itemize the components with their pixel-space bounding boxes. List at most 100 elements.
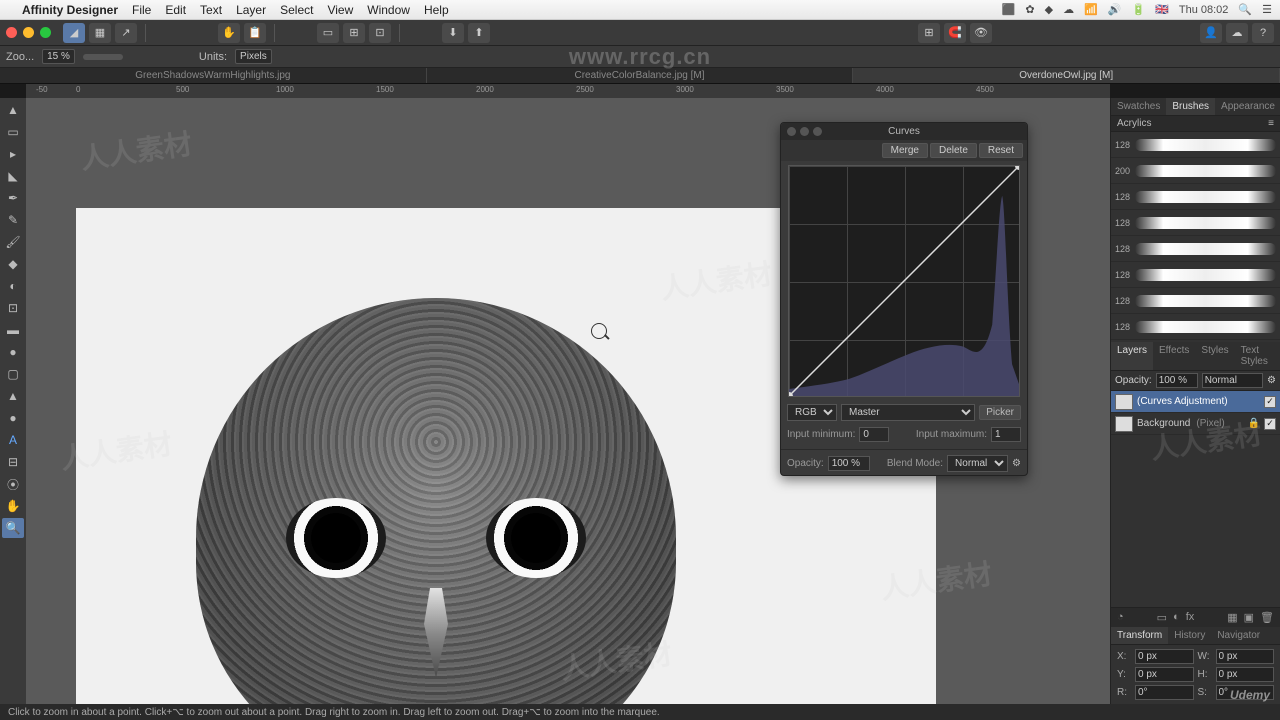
fx-icon[interactable]: fx — [1186, 611, 1195, 624]
corner-tool[interactable]: ◣ — [2, 166, 24, 186]
tab-brushes[interactable]: Brushes — [1166, 98, 1215, 115]
curves-panel[interactable]: Curves Merge Delete Reset RGB Master Pic… — [780, 122, 1028, 476]
menu-icon[interactable]: ☰ — [1262, 3, 1272, 16]
close-window[interactable] — [6, 27, 17, 38]
snap2-icon[interactable]: 🧲 — [944, 23, 966, 43]
volume-icon[interactable]: 🔊 — [1108, 3, 1122, 16]
transform-y[interactable] — [1135, 667, 1194, 682]
transform-h[interactable] — [1216, 667, 1275, 682]
transform-w[interactable] — [1216, 649, 1275, 664]
layer-opacity[interactable] — [1156, 373, 1198, 388]
layer-blend[interactable] — [1202, 373, 1263, 388]
flag-icon[interactable]: 🇬🇧 — [1155, 3, 1169, 16]
brush-list[interactable]: 128 200 128 128 128 128 128 128 — [1111, 132, 1280, 342]
help-icon[interactable]: ? — [1252, 23, 1274, 43]
text-frame-tool[interactable]: ⊟ — [2, 452, 24, 472]
zoom-slider[interactable] — [83, 54, 123, 60]
shape-ellipse-tool[interactable]: ● — [2, 342, 24, 362]
account-icon[interactable]: 👤 — [1200, 23, 1222, 43]
crop-tool[interactable]: ⊡ — [2, 298, 24, 318]
ruler-horizontal[interactable]: -50 0 500 1000 1500 2000 2500 3000 3500 … — [26, 84, 1110, 98]
transparency-tool[interactable]: ◐ — [2, 276, 24, 296]
toolbar-paste-icon[interactable]: 📋 — [244, 23, 266, 43]
tab-effects[interactable]: Effects — [1153, 342, 1195, 370]
tab-navigator[interactable]: Navigator — [1211, 627, 1266, 644]
zoom-tool[interactable]: 🔍 — [2, 518, 24, 538]
minimize-window[interactable] — [23, 27, 34, 38]
gear-icon[interactable]: ⚙ — [1012, 458, 1021, 469]
toolbar-hand-icon[interactable]: ✋ — [218, 23, 240, 43]
menu-help[interactable]: Help — [424, 3, 449, 17]
tab-textstyles[interactable]: Text Styles — [1235, 342, 1274, 370]
curves-channel[interactable]: RGB — [787, 404, 837, 421]
brush-item[interactable]: 128 — [1111, 262, 1280, 288]
zoom-value[interactable]: 15 % — [42, 49, 75, 64]
tab-stock[interactable]: Stock — [1274, 342, 1280, 370]
menu-select[interactable]: Select — [280, 3, 313, 17]
shape-star-tool[interactable]: ● — [2, 408, 24, 428]
adjust-icon[interactable]: ◐ — [1173, 611, 1180, 624]
menu-view[interactable]: View — [327, 3, 353, 17]
clock[interactable]: Thu 08:02 — [1179, 4, 1229, 16]
snap-icon[interactable]: ▭ — [317, 23, 339, 43]
menu-window[interactable]: Window — [367, 3, 410, 17]
curves-opacity[interactable] — [828, 456, 870, 471]
curves-titlebar[interactable]: Curves — [781, 123, 1027, 140]
add-layer-icon[interactable]: ▦ — [1227, 611, 1237, 624]
curves-blend[interactable]: Normal — [947, 455, 1008, 472]
menu-text[interactable]: Text — [200, 3, 222, 17]
curves-reset-button[interactable]: Reset — [979, 143, 1023, 158]
layer-row[interactable]: Background (Pixel) 🔒 ✓ — [1111, 413, 1280, 435]
preview-icon[interactable]: 👁 — [970, 23, 992, 43]
brush-tool[interactable]: 🖌 — [2, 232, 24, 252]
tab-history[interactable]: History — [1168, 627, 1211, 644]
app-name[interactable]: Affinity Designer — [22, 3, 118, 17]
brush-item[interactable]: 128 — [1111, 288, 1280, 314]
wifi-icon[interactable]: 📶 — [1084, 3, 1098, 16]
search-icon[interactable]: 🔍 — [1238, 3, 1252, 16]
menu-edit[interactable]: Edit — [165, 3, 186, 17]
artboard-tool[interactable]: ▭ — [2, 122, 24, 142]
transform-r[interactable] — [1135, 685, 1194, 700]
lock-icon[interactable]: 🔒 — [1248, 418, 1260, 429]
insert2-icon[interactable]: ⬆ — [468, 23, 490, 43]
brush-item[interactable]: 128 — [1111, 184, 1280, 210]
curves-picker[interactable]: Picker — [979, 405, 1021, 420]
document-tab[interactable]: OverdoneOwl.jpg [M] — [853, 68, 1280, 83]
tab-styles[interactable]: Styles — [1195, 342, 1234, 370]
mask-icon[interactable]: ▭ — [1157, 611, 1167, 624]
shape-triangle-tool[interactable]: ▲ — [2, 386, 24, 406]
transform-x[interactable] — [1135, 649, 1194, 664]
panel-menu-icon[interactable]: ≡ — [1268, 118, 1274, 129]
document-tab[interactable]: GreenShadowsWarmHighlights.jpg — [0, 68, 427, 83]
persona-designer[interactable]: ◢ — [63, 23, 85, 43]
cloud-icon[interactable]: ☁ — [1226, 23, 1248, 43]
curves-master[interactable]: Master — [841, 404, 975, 421]
distribute-icon[interactable]: ⊡ — [369, 23, 391, 43]
menu-layer[interactable]: Layer — [236, 3, 266, 17]
menu-file[interactable]: File — [132, 3, 151, 17]
grid-icon[interactable]: ⊞ — [918, 23, 940, 43]
tab-appearance[interactable]: Appearance — [1215, 98, 1280, 115]
pen-tool[interactable]: ✒ — [2, 188, 24, 208]
layer-row[interactable]: (Curves Adjustment) ✓ — [1111, 391, 1280, 413]
shape-rect-tool[interactable]: ▬ — [2, 320, 24, 340]
fill-tool[interactable]: ◆ — [2, 254, 24, 274]
color-picker-tool[interactable]: ⦿ — [2, 474, 24, 494]
shape-rounded-tool[interactable]: ▢ — [2, 364, 24, 384]
gear-icon[interactable]: ⚙ — [1267, 375, 1276, 386]
curves-merge-button[interactable]: Merge — [882, 143, 928, 158]
curves-input-min[interactable] — [859, 427, 889, 442]
group-icon[interactable]: ▣ — [1244, 611, 1254, 624]
curves-input-max[interactable] — [991, 427, 1021, 442]
hand-tool[interactable]: ✋ — [2, 496, 24, 516]
brush-category[interactable]: Acrylics — [1117, 118, 1151, 129]
move-tool[interactable]: ▲ — [2, 100, 24, 120]
tab-transform[interactable]: Transform — [1111, 627, 1168, 644]
align-icon[interactable]: ⊞ — [343, 23, 365, 43]
curves-graph[interactable] — [788, 165, 1020, 397]
brush-item[interactable]: 128 — [1111, 210, 1280, 236]
units-select[interactable]: Pixels — [235, 49, 272, 64]
brush-item[interactable]: 128 — [1111, 314, 1280, 340]
node-tool[interactable]: ▸ — [2, 144, 24, 164]
